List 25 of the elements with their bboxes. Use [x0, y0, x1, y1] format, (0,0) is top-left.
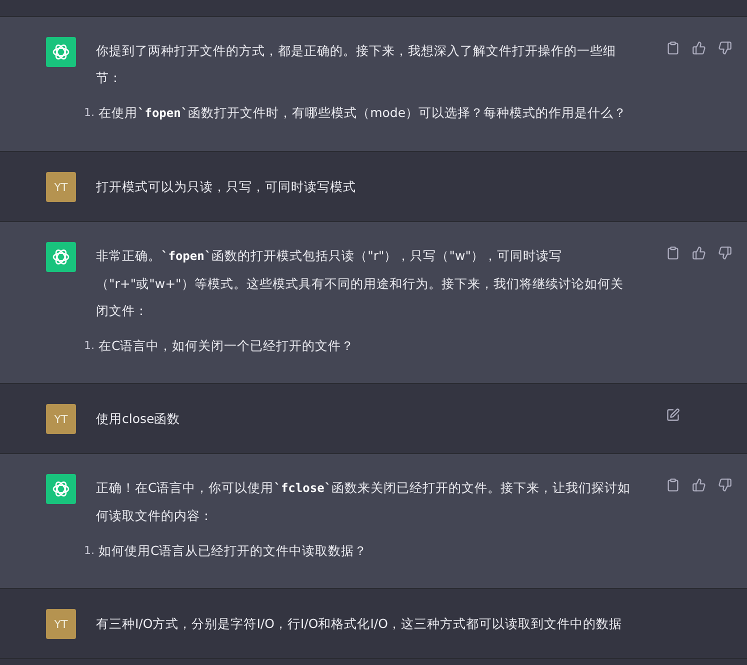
- list-item-text: 如何使用C语言从已经打开的文件中读取数据？: [98, 542, 368, 560]
- thumbs-up-icon[interactable]: [690, 39, 708, 57]
- message-text: 有三种I/O方式，分别是字符I/O，行I/O和格式化I/O，这三种方式都可以读取到文件中的数据: [96, 615, 623, 633]
- assistant-logo-icon: [46, 474, 76, 504]
- edit-icon[interactable]: [664, 406, 682, 424]
- thumbs-down-icon[interactable]: [716, 476, 734, 494]
- thumbs-down-icon[interactable]: [716, 244, 734, 262]
- list-number: 1.: [84, 543, 94, 559]
- list-number: 1.: [84, 338, 94, 354]
- list-item-text: 在使用`fopen`函数打开文件时，有哪些模式（mode）可以选择？每种模式的作用是什么？: [98, 104, 627, 122]
- message-text: 使用close函数: [96, 410, 182, 428]
- list-item-text: 在C语言中，如何关闭一个已经打开的文件？: [98, 337, 354, 355]
- thumbs-up-icon[interactable]: [690, 244, 708, 262]
- user-avatar: YT: [46, 609, 76, 639]
- assistant-logo-icon: [46, 37, 76, 67]
- assistant-logo-icon: [46, 242, 76, 272]
- thumbs-down-icon[interactable]: [716, 39, 734, 57]
- message-text: 打开模式可以为只读，只写，可同时读写模式: [96, 178, 357, 196]
- thumbs-up-icon[interactable]: [690, 476, 708, 494]
- message-text: 你提到了两种打开文件的方式，都是正确的。接下来，我想深入了解文件打开操作的一些细节：: [96, 42, 617, 87]
- user-avatar: YT: [46, 172, 76, 202]
- message-text: 非常正确。`fopen`函数的打开模式包括只读（"r"），只写（"w"），可同时读写（"r+"或"w+"）等模式。这些模式具有不同的用途和行为。接下来，我们将继续讨论如何关闭文件：: [96, 247, 624, 320]
- list-number: 1.: [84, 105, 94, 121]
- message-text: 正确！在C语言中，你可以使用`fclose`函数来关闭已经打开的文件。接下来，让我们探讨如何读取文件的内容：: [96, 479, 632, 525]
- user-avatar: YT: [46, 404, 76, 434]
